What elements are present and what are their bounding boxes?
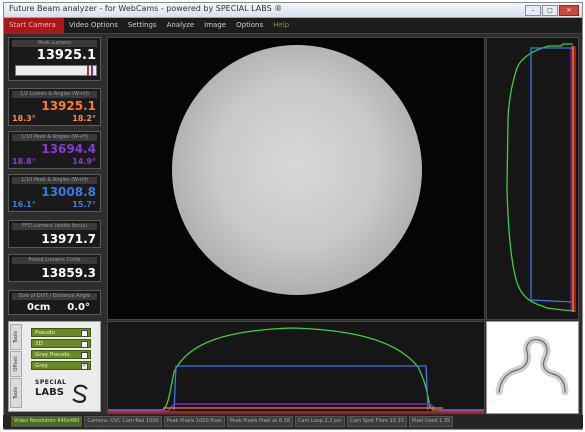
tab-tools-secondary[interactable]: Tools (10, 378, 22, 408)
status-cam-loop: Cam Loop 2.2 pxl (294, 416, 345, 427)
option-grey[interactable]: Grey ✓ (31, 361, 91, 370)
vertical-profile-plot (486, 37, 579, 320)
title-bar: Future Beam analyzer - for WebCams - pow… (4, 3, 582, 18)
tab-tools-secondary-label: Tools (13, 386, 19, 400)
window-title: Future Beam analyzer - for WebCams - pow… (9, 4, 283, 13)
beam-spot-image (172, 45, 422, 295)
option-grey-checkbox[interactable]: ✓ (81, 363, 88, 370)
profile-preview-thumbnail (486, 321, 579, 414)
tools-panel: Tools Offset Tools Pseudo 3D Gray Pseudo… (8, 321, 101, 412)
status-peak-pixel-at: Peak Pixels Pixel at 8.38 (226, 416, 293, 427)
tenth-peak-purple-angle-h: 14.9° (72, 157, 96, 166)
peak-lumens-value: 13925.1 (36, 48, 96, 63)
maximize-button[interactable]: □ (542, 5, 558, 16)
option-3d[interactable]: 3D (31, 339, 91, 348)
vertical-profile-green-line (506, 43, 576, 312)
special-labs-logo: SPECIAL LABS (31, 378, 93, 406)
tab-offset-label: Offset (13, 356, 19, 372)
tenth-peak-blue-angle-w: 16.1° (12, 200, 36, 209)
dot-size-values: 0cm 0.0° (27, 302, 90, 313)
logo-s-icon (72, 384, 88, 403)
menu-bar: Start Camera Video Options Settings Anal… (4, 18, 582, 34)
wave-shape-icon (495, 336, 569, 396)
option-pseudo[interactable]: Pseudo (31, 328, 91, 337)
dot-angle-value: 0.0° (67, 302, 90, 313)
peak-lumens-box: Peak Lumens 13925.1 (8, 37, 101, 81)
half-lumen-angles: 18.3° 18.2° (12, 114, 96, 123)
status-pixel-used: Pixel Used 1.35 (408, 416, 454, 427)
option-gray-pseudo-checkbox[interactable] (81, 352, 88, 359)
tenth-peak-blue-angle-h: 15.7° (72, 200, 96, 209)
tenth-peak-purple-value: 13694.4 (41, 142, 96, 156)
window-controls: – □ ✕ (525, 5, 579, 16)
tenth-peak-purple-angle-w: 18.8° (12, 157, 36, 166)
status-spot-flare: Cam Spot Flare 19.33 (346, 416, 407, 427)
dot-size-box: Size of DOT / Distance Angle 0cm 0.0° (8, 290, 101, 315)
peak-level-bar (15, 65, 97, 76)
found-lumens-box: Found Lumens Circle 13859.3 (8, 254, 101, 282)
peak-lumens-label: Peak Lumens (12, 40, 97, 47)
menu-analyze[interactable]: Analyze (162, 18, 200, 33)
menu-image[interactable]: Image (199, 18, 231, 33)
dot-size-value: 0cm (27, 302, 51, 313)
menu-options[interactable]: Options (231, 18, 268, 33)
ffd-lumens-box: FFD Lumens (white focus) 13971.7 (8, 220, 101, 248)
status-peak-pixels: Peak Pixels 1000 Pixel (163, 416, 225, 427)
vertical-profile-blue-line (530, 47, 574, 303)
ffd-lumens-value: 13971.7 (41, 232, 96, 246)
vertical-profile-svg (506, 43, 576, 312)
tab-tools[interactable]: Tools (10, 324, 22, 350)
tab-offset[interactable]: Offset (10, 351, 22, 377)
half-lumen-value: 13925.1 (41, 99, 96, 113)
status-camera: Camera: UVC Cam Res 1000 (84, 416, 162, 427)
tenth-peak-blue-label: 1/10 Peak & Angles (W+H) (12, 177, 97, 184)
ffd-lumens-label: FFD Lumens (white focus) (12, 223, 97, 230)
tenth-peak-purple-label: 1/10 Peak & Angles (W+H) (12, 134, 97, 141)
peak-level-marker-purple (91, 65, 93, 76)
tenth-peak-blue-value: 13008.8 (41, 185, 96, 199)
tenth-peak-purple-angles: 18.8° 14.9° (12, 157, 96, 166)
found-lumens-label: Found Lumens Circle (12, 257, 97, 264)
option-3d-checkbox[interactable] (81, 341, 88, 348)
tenth-peak-blue-box: 1/10 Peak & Angles (W+H) 13008.8 16.1° 1… (8, 174, 101, 212)
logo-text-top: SPECIAL (35, 379, 67, 386)
half-lumen-label: 1/2 Lumen & Angles (W+H) (12, 91, 97, 98)
half-lumen-angle-w: 18.3° (12, 114, 36, 123)
option-grey-label: Grey (35, 363, 49, 369)
peak-level-marker-red (87, 65, 89, 76)
found-lumens-value: 13859.3 (41, 266, 96, 280)
horizontal-profile-svg (108, 327, 484, 413)
option-pseudo-checkbox[interactable] (81, 330, 88, 337)
readout-panel: Peak Lumens 13925.1 1/2 Lumen & Angles (… (8, 37, 101, 317)
minimize-button[interactable]: – (525, 5, 541, 16)
option-3d-label: 3D (35, 341, 43, 347)
half-lumen-angle-h: 18.2° (72, 114, 96, 123)
status-bar: Video Resolution 640x480 Camera: UVC Cam… (3, 415, 583, 428)
close-button[interactable]: ✕ (559, 5, 579, 16)
tenth-peak-blue-angles: 16.1° 15.7° (12, 200, 96, 209)
menu-start-camera[interactable]: Start Camera (4, 18, 64, 33)
tab-tools-label: Tools (13, 330, 19, 344)
menu-settings[interactable]: Settings (123, 18, 162, 33)
horizontal-profile-plot (107, 321, 485, 414)
menu-help[interactable]: Help (268, 18, 294, 33)
menu-video-options[interactable]: Video Options (64, 18, 123, 33)
half-lumen-box: 1/2 Lumen & Angles (W+H) 13925.1 18.3° 1… (8, 88, 101, 126)
dot-size-label: Size of DOT / Distance Angle (12, 293, 97, 300)
option-gray-pseudo-label: Gray Pseudo (35, 352, 70, 358)
option-gray-pseudo[interactable]: Gray Pseudo (31, 350, 91, 359)
status-resolution: Video Resolution 640x480 (11, 416, 83, 427)
option-pseudo-label: Pseudo (35, 330, 55, 336)
tenth-peak-purple-box: 1/10 Peak & Angles (W+H) 13694.4 18.8° 1… (8, 131, 101, 169)
logo-text-bottom: LABS (35, 387, 64, 398)
